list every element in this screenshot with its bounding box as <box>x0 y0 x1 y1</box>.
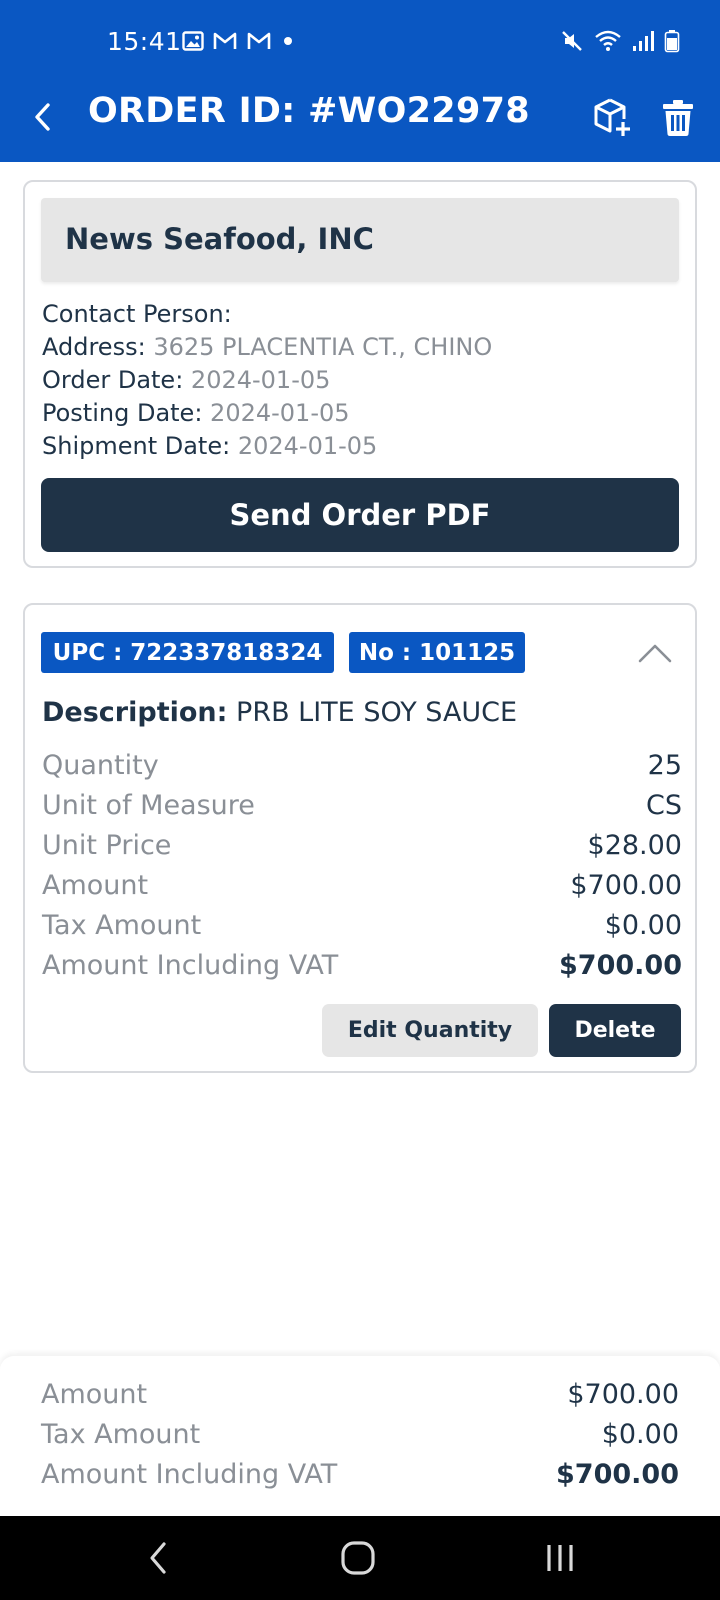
totals-label: Tax Amount <box>41 1418 201 1450</box>
description-value: PRB LITE SOY SAUCE <box>236 697 518 728</box>
detail-label: Amount <box>42 869 149 901</box>
info-contact-person: Contact Person: <box>42 298 682 331</box>
status-bar: 15:41 <box>0 0 720 88</box>
detail-row-unit-of-measure: Unit of Measure CS <box>42 785 682 825</box>
totals-value: $0.00 <box>601 1418 679 1450</box>
detail-row-tax-amount: Tax Amount $0.00 <box>42 905 682 945</box>
detail-row-amount: Amount $700.00 <box>42 865 682 905</box>
detail-label: Unit Price <box>42 829 172 861</box>
info-address: Address: 3625 PLACENTIA CT., CHINO <box>42 331 682 364</box>
gallery-icon <box>182 30 204 56</box>
info-label: Address: <box>42 333 146 361</box>
system-status-icons <box>560 30 680 56</box>
home-icon <box>341 1541 375 1575</box>
gmail-icon <box>212 30 238 56</box>
info-label: Posting Date: <box>42 399 203 427</box>
recents-icon <box>547 1545 573 1571</box>
detail-value: $28.00 <box>587 829 682 861</box>
battery-icon <box>664 29 680 57</box>
signal-icon <box>632 29 654 57</box>
order-info: Contact Person: Address: 3625 PLACENTIA … <box>42 298 682 463</box>
collapse-button[interactable] <box>633 635 677 671</box>
detail-value: $0.00 <box>604 909 682 941</box>
info-value: 2024-01-05 <box>237 432 378 460</box>
detail-value: 25 <box>647 749 682 781</box>
system-recents-button[interactable] <box>530 1532 590 1584</box>
detail-row-quantity: Quantity 25 <box>42 745 682 785</box>
line-item-card: UPC : 722337818324 No : 101125 Descripti… <box>23 603 697 1073</box>
detail-value: $700.00 <box>559 949 682 981</box>
detail-value: CS <box>646 789 682 821</box>
detail-value: $700.00 <box>570 869 682 901</box>
dot-icon <box>280 30 296 56</box>
totals-list: Amount $700.00 Tax Amount $0.00 Amount I… <box>41 1374 679 1494</box>
info-label: Order Date: <box>42 366 184 394</box>
app-header: 15:41 ORDER ID: #WO22978 <box>0 0 720 162</box>
info-value: 3625 PLACENTIA CT., CHINO <box>153 333 493 361</box>
delete-order-button[interactable] <box>654 94 702 142</box>
status-time: 15:41 <box>107 27 182 56</box>
delete-item-button[interactable]: Delete <box>549 1004 681 1057</box>
info-value: 2024-01-05 <box>210 399 350 427</box>
toolbar: ORDER ID: #WO22978 <box>0 88 720 162</box>
item-details: Quantity 25 Unit of Measure CS Unit Pric… <box>42 745 682 985</box>
detail-row-amount-incl-vat: Amount Including VAT $700.00 <box>42 945 682 985</box>
info-value: 2024-01-05 <box>190 366 331 394</box>
info-posting-date: Posting Date: 2024-01-05 <box>42 397 682 430</box>
back-button[interactable] <box>22 96 64 138</box>
totals-value: $700.00 <box>567 1378 679 1410</box>
customer-name: News Seafood, INC <box>65 222 374 256</box>
item-number-badge: No : 101125 <box>349 632 525 673</box>
gmail-icon <box>246 30 272 56</box>
info-shipment-date: Shipment Date: 2024-01-05 <box>42 430 682 463</box>
totals-label: Amount Including VAT <box>41 1458 338 1490</box>
item-description: Description: PRB LITE SOY SAUCE <box>42 697 682 728</box>
back-arrow-icon <box>150 1542 166 1574</box>
description-label: Description: <box>42 697 228 728</box>
order-totals: Amount $700.00 Tax Amount $0.00 Amount I… <box>0 1356 720 1516</box>
page-title: ORDER ID: #WO22978 <box>88 91 530 131</box>
detail-row-unit-price: Unit Price $28.00 <box>42 825 682 865</box>
add-product-button[interactable] <box>589 94 637 142</box>
detail-label: Quantity <box>42 749 159 781</box>
customer-card: News Seafood, INC Contact Person: Addres… <box>23 180 697 568</box>
system-nav-bar <box>0 1516 720 1600</box>
upc-badge: UPC : 722337818324 <box>41 632 334 673</box>
detail-label: Tax Amount <box>42 909 202 941</box>
trash-icon <box>663 100 693 136</box>
system-home-button[interactable] <box>328 1532 388 1584</box>
customer-name-header: News Seafood, INC <box>41 198 679 282</box>
info-order-date: Order Date: 2024-01-05 <box>42 364 682 397</box>
totals-value: $700.00 <box>556 1458 679 1490</box>
wifi-icon <box>594 29 622 57</box>
mute-icon <box>560 29 584 57</box>
add-box-icon <box>594 98 630 136</box>
send-order-pdf-button[interactable]: Send Order PDF <box>41 478 679 552</box>
system-back-button[interactable] <box>128 1532 188 1584</box>
edit-quantity-button[interactable]: Edit Quantity <box>322 1004 538 1057</box>
info-label: Shipment Date: <box>42 432 231 460</box>
totals-label: Amount <box>41 1378 148 1410</box>
chevron-up-icon <box>638 644 672 663</box>
info-label: Contact Person: <box>42 300 232 328</box>
chevron-left-icon <box>35 103 50 131</box>
detail-label: Amount Including VAT <box>42 949 339 981</box>
totals-row-tax-amount: Tax Amount $0.00 <box>41 1414 679 1454</box>
detail-label: Unit of Measure <box>42 789 255 821</box>
totals-row-amount-incl-vat: Amount Including VAT $700.00 <box>41 1454 679 1494</box>
notification-icons <box>182 30 296 56</box>
totals-row-amount: Amount $700.00 <box>41 1374 679 1414</box>
